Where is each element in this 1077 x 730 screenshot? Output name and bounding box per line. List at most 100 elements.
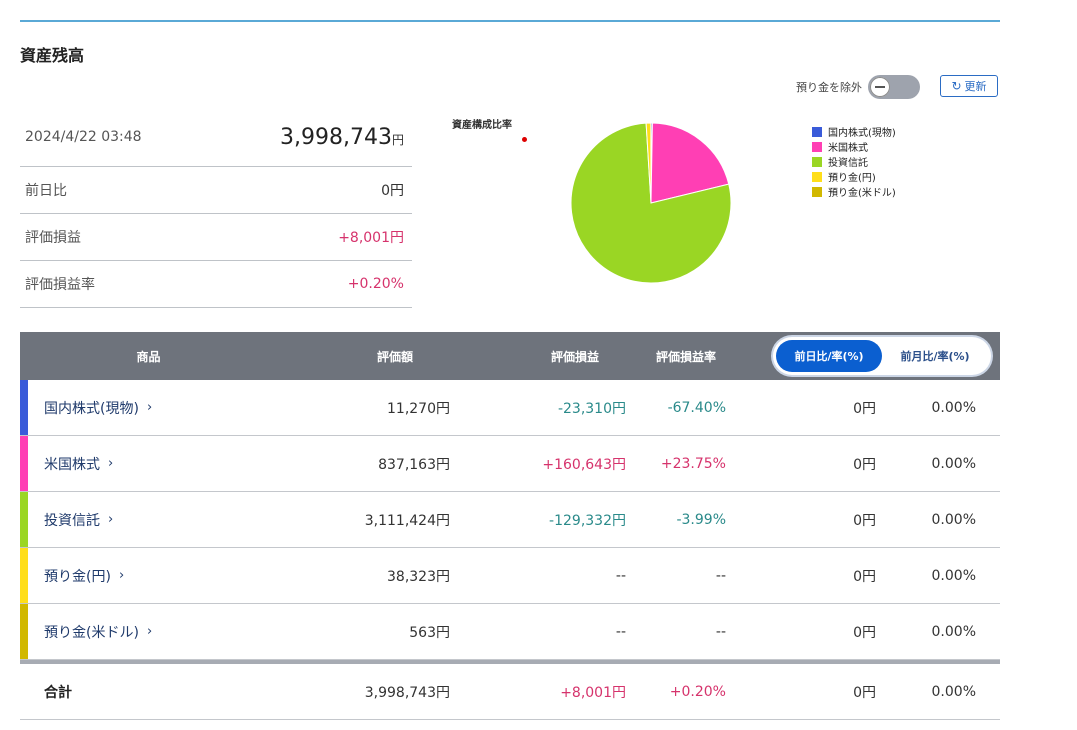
product-link[interactable]: 国内株式(現物) › bbox=[44, 380, 152, 435]
legend-item: 国内株式(現物) bbox=[812, 124, 896, 139]
category-color-bar bbox=[20, 548, 28, 603]
legend-item: 預り金(円) bbox=[812, 169, 896, 184]
legend-label: 投資信託 bbox=[828, 158, 868, 169]
total-day-change: 0円 bbox=[853, 684, 876, 701]
chart-title: 資産構成比率 bbox=[452, 120, 512, 131]
table-row: 米国株式 › 837,163円 +160,643円 +23.75% 0円 0.00% bbox=[20, 436, 1000, 492]
summary-value: +0.20% bbox=[347, 276, 404, 292]
legend-label: 国内株式(現物) bbox=[828, 128, 896, 139]
pl-rate-cell: +23.75% bbox=[660, 455, 726, 472]
product-link[interactable]: 米国株式 › bbox=[44, 436, 113, 491]
day-change-rate-cell: 0.00% bbox=[931, 455, 976, 472]
day-change-cell: 0円 bbox=[853, 400, 876, 417]
legend-swatch bbox=[812, 186, 822, 197]
chevron-right-icon: › bbox=[108, 512, 114, 527]
summary-label: 前日比 bbox=[25, 183, 67, 199]
summary-value: 0円 bbox=[381, 183, 404, 199]
value-cell: 563円 bbox=[409, 624, 450, 641]
table-row: 預り金(円) › 38,323円 -- -- 0円 0.00% bbox=[20, 548, 1000, 604]
chart-marker-dot bbox=[522, 137, 527, 142]
product-link[interactable]: 預り金(円) › bbox=[44, 548, 124, 603]
summary-total: 3,998,743円 bbox=[280, 125, 404, 150]
day-change-rate-cell: 0.00% bbox=[931, 567, 976, 584]
total-label: 合計 bbox=[44, 684, 72, 701]
pl-rate-cell: -- bbox=[715, 623, 726, 640]
summary-total-row: 2024/4/22 03:48 3,998,743円 bbox=[20, 108, 412, 167]
day-change-cell: 0円 bbox=[853, 568, 876, 585]
pl-cell: -- bbox=[615, 623, 626, 640]
tab-day-change[interactable]: 前日比/率(%) bbox=[776, 340, 882, 372]
asset-pie-chart bbox=[570, 122, 732, 284]
exclude-deposit-control: 預り金を除外 bbox=[796, 75, 920, 99]
table-row: 国内株式(現物) › 11,270円 -23,310円 -67.40% 0円 0.00% bbox=[20, 380, 1000, 436]
chevron-right-icon: › bbox=[118, 568, 125, 583]
day-change-cell: 0円 bbox=[853, 624, 876, 641]
pl-cell: -129,332円 bbox=[549, 512, 626, 529]
total-value: 3,998,743円 bbox=[364, 684, 450, 701]
legend-item: 預り金(米ドル) bbox=[812, 184, 896, 199]
product-name: 預り金(円) bbox=[44, 568, 111, 585]
col-header-pl: 評価損益 bbox=[550, 349, 599, 364]
summary-row-pl: 評価損益 +8,001円 bbox=[20, 214, 412, 261]
summary-panel: 2024/4/22 03:48 3,998,743円 前日比 0円 評価損益 +… bbox=[20, 108, 412, 308]
table-header: 商品 評価額 評価損益 評価損益率 前日比/率(%) 前月比/率(%) bbox=[20, 332, 1000, 380]
day-change-cell: 0円 bbox=[853, 456, 876, 473]
chart-legend: 国内株式(現物) 米国株式投資信託預り金(円) 預り金(米ドル) bbox=[812, 124, 896, 199]
col-header-value: 評価額 bbox=[376, 349, 413, 364]
legend-swatch bbox=[812, 171, 822, 182]
minus-icon bbox=[875, 86, 885, 88]
table-body: 国内株式(現物) › 11,270円 -23,310円 -67.40% 0円 0.00% 米国… bbox=[20, 380, 1000, 660]
day-change-rate-cell: 0.00% bbox=[931, 399, 976, 416]
pl-rate-cell: -3.99% bbox=[676, 511, 726, 528]
product-name: 預り金(米ドル) bbox=[44, 624, 139, 641]
summary-total-unit: 円 bbox=[391, 132, 404, 147]
product-link[interactable]: 預り金(米ドル) › bbox=[44, 604, 152, 659]
legend-label: 預り金(円) bbox=[828, 173, 876, 184]
legend-item: 米国株式 bbox=[812, 139, 896, 154]
summary-value: +8,001円 bbox=[338, 230, 404, 246]
chevron-right-icon: › bbox=[108, 456, 114, 471]
summary-total-value: 3,998,743 bbox=[280, 124, 392, 150]
chevron-right-icon: › bbox=[146, 624, 153, 639]
legend-swatch bbox=[812, 156, 822, 167]
total-pl: +8,001円 bbox=[560, 684, 626, 701]
day-change-rate-cell: 0.00% bbox=[931, 511, 976, 528]
page-title: 資産残高 bbox=[20, 46, 85, 65]
total-row: 合計 3,998,743円 +8,001円 +0.20% 0円 0.00% bbox=[20, 664, 1000, 720]
product-link[interactable]: 投資信託 › bbox=[44, 492, 113, 547]
legend-item: 投資信託 bbox=[812, 154, 896, 169]
product-name: 米国株式 bbox=[44, 456, 100, 473]
category-color-bar bbox=[20, 492, 28, 547]
legend-swatch bbox=[812, 141, 822, 152]
value-cell: 11,270円 bbox=[387, 400, 450, 417]
col-header-name: 商品 bbox=[136, 349, 161, 364]
pl-rate-cell: -- bbox=[715, 567, 726, 584]
summary-label: 評価損益率 bbox=[25, 277, 95, 293]
chevron-right-icon: › bbox=[146, 400, 153, 415]
table-row: 預り金(米ドル) › 563円 -- -- 0円 0.00% bbox=[20, 604, 1000, 660]
refresh-label: 更新 bbox=[964, 80, 987, 93]
refresh-icon: ↻ bbox=[951, 79, 962, 93]
period-segment: 前日比/率(%) 前月比/率(%) bbox=[773, 337, 991, 375]
total-pl-rate: +0.20% bbox=[669, 683, 726, 700]
exclude-deposit-toggle[interactable] bbox=[868, 75, 920, 99]
summary-datetime: 2024/4/22 03:48 bbox=[25, 129, 142, 145]
category-color-bar bbox=[20, 380, 28, 435]
category-color-bar bbox=[20, 436, 28, 491]
day-change-cell: 0円 bbox=[853, 512, 876, 529]
top-divider bbox=[20, 20, 1000, 22]
value-cell: 3,111,424円 bbox=[364, 512, 450, 529]
legend-label: 預り金(米ドル) bbox=[828, 188, 896, 199]
pl-cell: +160,643円 bbox=[542, 456, 626, 473]
col-header-pl-rate: 評価損益率 bbox=[655, 349, 716, 364]
toggle-knob bbox=[870, 77, 890, 97]
asset-table: 商品 評価額 評価損益 評価損益率 前日比/率(%) 前月比/率(%) 国内株式… bbox=[20, 332, 1000, 720]
tab-month-change[interactable]: 前月比/率(%) bbox=[882, 340, 988, 372]
pl-cell: -- bbox=[615, 567, 626, 584]
refresh-button[interactable]: ↻ 更新 bbox=[940, 75, 998, 97]
category-color-bar bbox=[20, 604, 28, 659]
summary-label: 評価損益 bbox=[25, 230, 81, 246]
value-cell: 38,323円 bbox=[387, 568, 450, 585]
legend-label: 米国株式 bbox=[828, 143, 868, 154]
value-cell: 837,163円 bbox=[378, 456, 450, 473]
